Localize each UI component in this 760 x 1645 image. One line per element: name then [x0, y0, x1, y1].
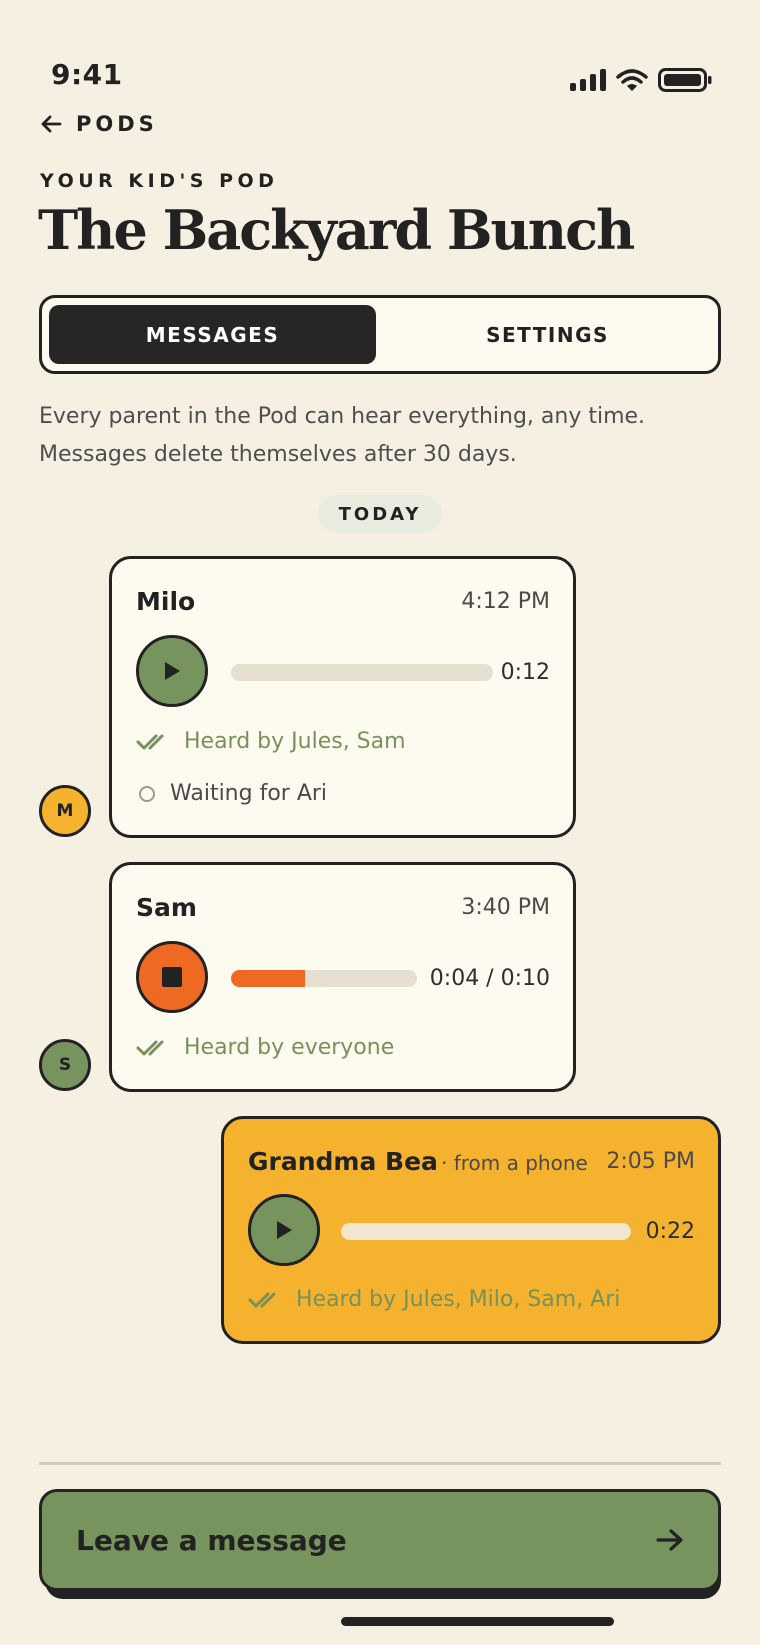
- play-button[interactable]: [136, 635, 208, 707]
- stop-icon: [162, 967, 182, 987]
- wifi-icon: [616, 69, 648, 91]
- message-source: · from a phone: [441, 1151, 588, 1175]
- sender-name: Milo: [136, 587, 196, 616]
- audio-duration: 0:04 / 0:10: [429, 966, 550, 991]
- double-check-icon: [136, 1040, 164, 1055]
- pod-description: Every parent in the Pod can hear everyth…: [39, 404, 646, 467]
- status-bar: 9:41: [51, 58, 712, 92]
- status-icons: [570, 68, 712, 92]
- avatar-initial: M: [56, 801, 74, 821]
- read-receipt: Heard by everyone: [136, 1035, 394, 1060]
- voice-message: Sam 3:40 PM 0:04 / 0:10 Heard by everyon…: [109, 862, 576, 1092]
- pod-eyebrow: YOUR KID'S POD: [40, 170, 279, 192]
- audio-duration: 0:12: [500, 660, 550, 685]
- sender-name: Sam: [136, 893, 197, 922]
- waiting-label: Waiting for Ari: [170, 781, 328, 806]
- back-label: PODS: [76, 112, 158, 136]
- message-time: 2:05 PM: [606, 1149, 695, 1174]
- stop-button[interactable]: [136, 941, 208, 1013]
- heard-by-label: Heard by Jules, Milo, Sam, Ari: [296, 1287, 621, 1312]
- double-check-icon: [136, 734, 164, 749]
- tab-switcher: MESSAGES SETTINGS: [39, 295, 721, 374]
- audio-progress-fill: [231, 970, 306, 987]
- heard-by-label: Heard by everyone: [184, 1035, 395, 1060]
- pending-circle-icon: [139, 785, 155, 802]
- cellular-signal-icon: [570, 69, 606, 91]
- tab-settings[interactable]: SETTINGS: [384, 305, 711, 364]
- audio-progress-track[interactable]: [231, 970, 417, 987]
- day-separator: TODAY: [318, 495, 442, 533]
- avatar: M: [39, 785, 91, 837]
- play-icon: [165, 662, 180, 680]
- voice-message: Milo 4:12 PM 0:12 Heard by Jules, Sam Wa…: [109, 556, 576, 838]
- audio-duration: 0:22: [645, 1219, 695, 1244]
- back-button[interactable]: PODS: [40, 112, 158, 136]
- voice-message-own: Grandma Bea · from a phone 2:05 PM 0:22 …: [221, 1116, 721, 1344]
- tab-messages[interactable]: MESSAGES: [49, 305, 376, 364]
- avatar: S: [39, 1039, 91, 1091]
- page-title: The Backyard Bunch: [38, 198, 635, 262]
- leave-message-button[interactable]: Leave a message: [39, 1489, 721, 1591]
- play-icon: [277, 1221, 292, 1239]
- waiting-status: Waiting for Ari: [139, 781, 327, 806]
- audio-progress-track[interactable]: [231, 664, 493, 681]
- message-time: 4:12 PM: [461, 589, 550, 614]
- avatar-initial: S: [58, 1055, 72, 1075]
- heard-by-label: Heard by Jules, Sam: [184, 729, 406, 754]
- cta-label: Leave a message: [76, 1523, 347, 1557]
- double-check-icon: [248, 1292, 276, 1307]
- sender-name: Grandma Bea: [248, 1147, 438, 1176]
- divider: [39, 1462, 721, 1465]
- home-indicator: [341, 1617, 614, 1626]
- arrow-right-icon: [656, 1529, 683, 1551]
- message-time: 3:40 PM: [461, 895, 550, 920]
- read-receipt: Heard by Jules, Sam: [136, 729, 406, 754]
- read-receipt: Heard by Jules, Milo, Sam, Ari: [248, 1287, 620, 1312]
- arrow-left-icon: [41, 115, 62, 133]
- play-button[interactable]: [248, 1194, 320, 1266]
- audio-progress-track[interactable]: [341, 1223, 631, 1240]
- battery-icon: [658, 68, 712, 92]
